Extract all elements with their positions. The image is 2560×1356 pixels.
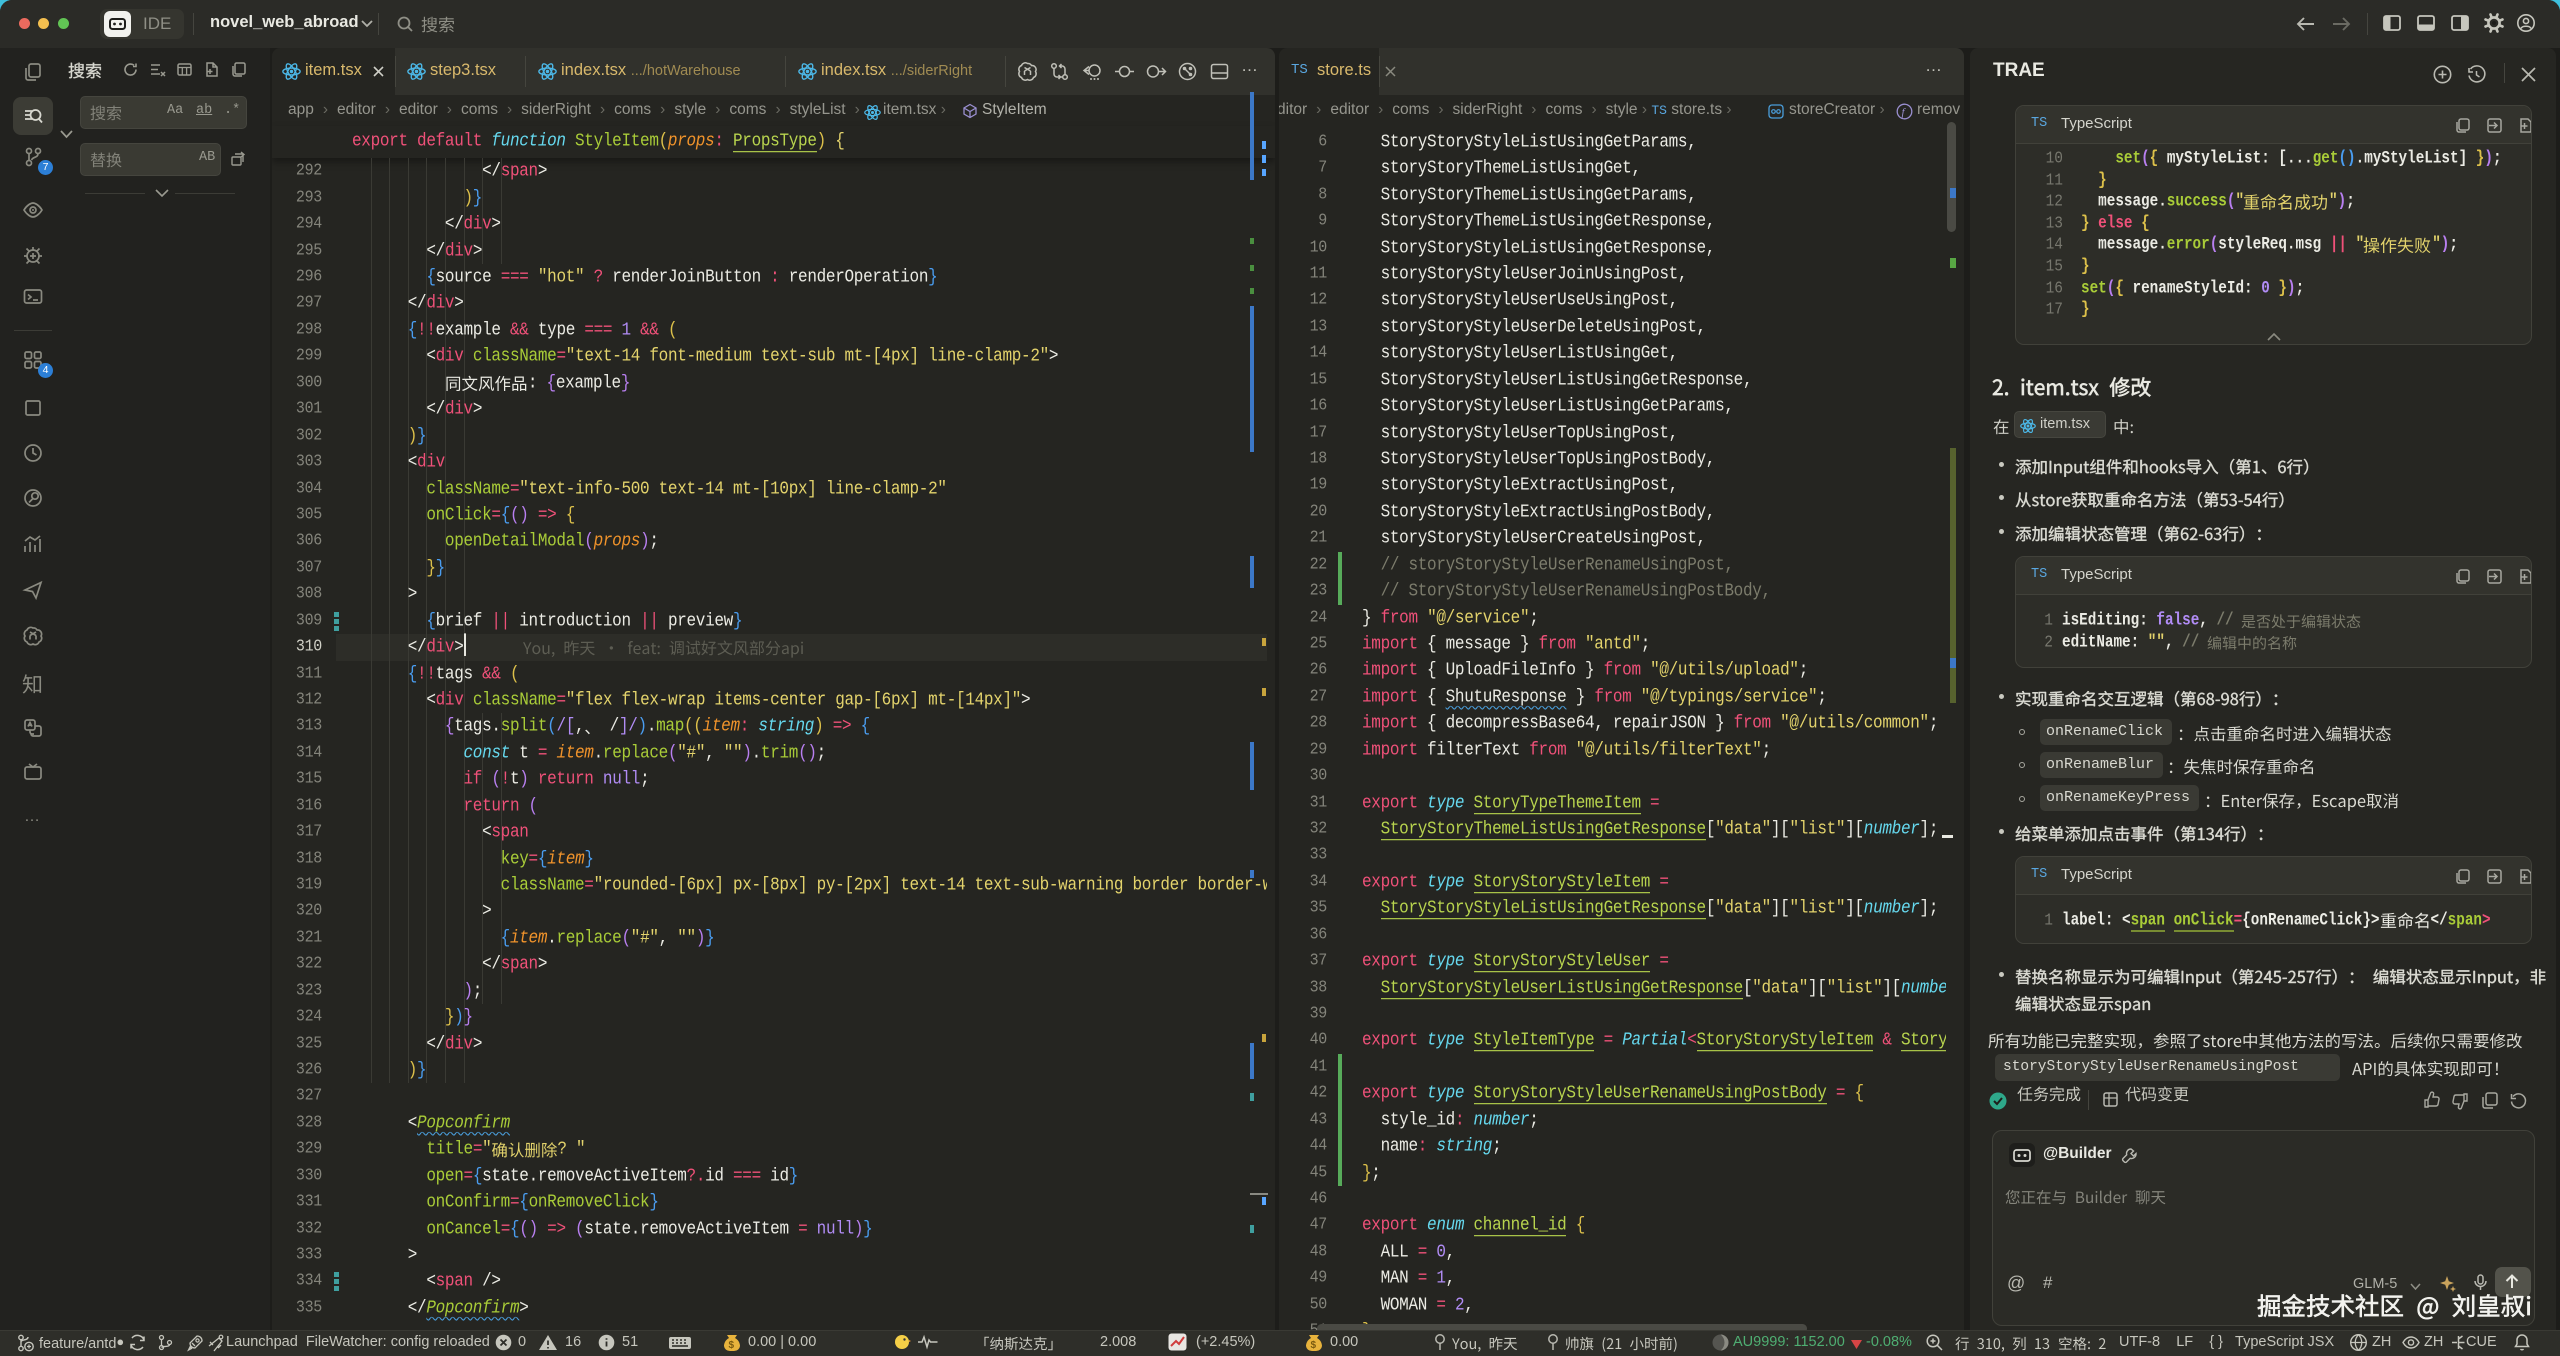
svg-text:$: $ (729, 1340, 735, 1351)
svg-text:$: $ (1311, 1340, 1317, 1351)
svg-text:f: f (1902, 107, 1907, 119)
